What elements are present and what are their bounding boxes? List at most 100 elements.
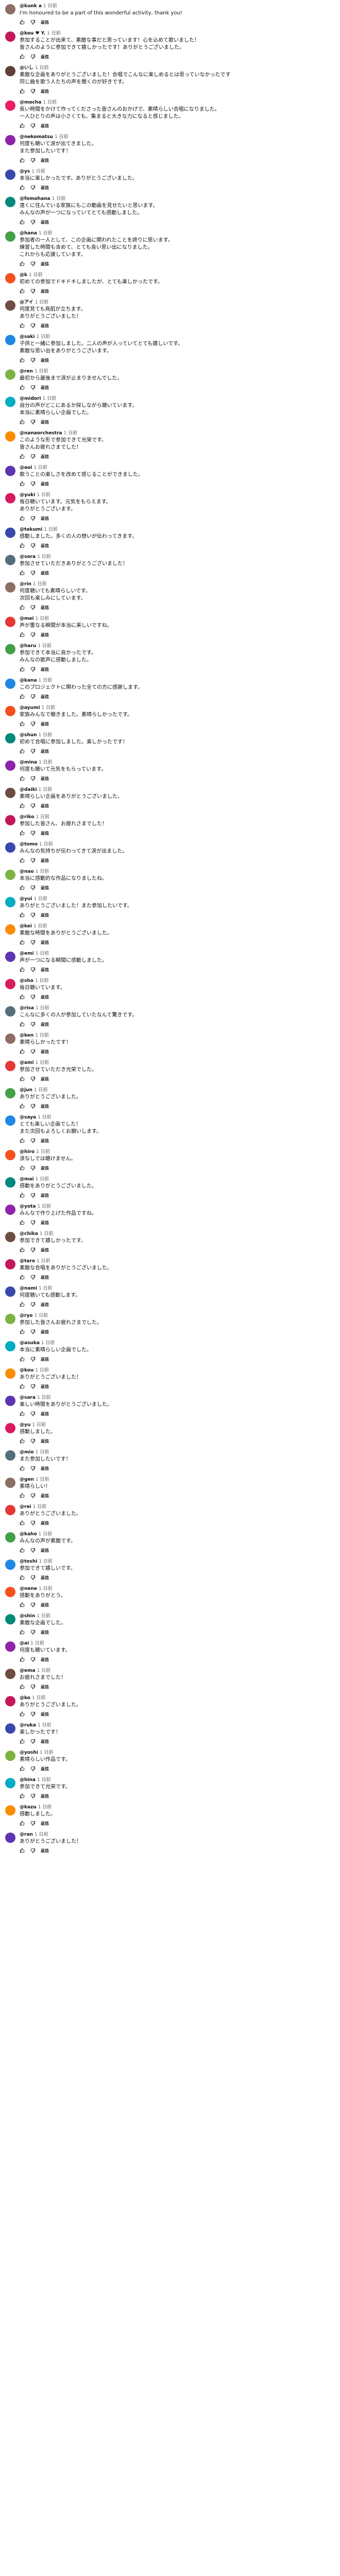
comment-date[interactable]: 1 日前 xyxy=(37,1614,50,1619)
like-button[interactable] xyxy=(20,1848,26,1853)
like-button[interactable] xyxy=(20,858,26,863)
avatar[interactable] xyxy=(5,1286,15,1297)
avatar[interactable] xyxy=(5,924,15,935)
like-button[interactable] xyxy=(20,803,26,808)
comment-date[interactable]: 1 日前 xyxy=(40,1231,54,1236)
reply-button[interactable]: 返信 xyxy=(41,219,49,225)
reply-button[interactable]: 返信 xyxy=(41,1548,49,1553)
dislike-button[interactable] xyxy=(30,667,36,672)
dislike-button[interactable] xyxy=(30,967,36,972)
comment-date[interactable]: 1 日前 xyxy=(41,1341,55,1346)
comment-date[interactable]: 1 日前 xyxy=(37,1777,51,1783)
comment-author[interactable]: @chika xyxy=(20,1231,38,1236)
comment-author[interactable]: @nami xyxy=(20,1286,37,1291)
reply-button[interactable]: 返信 xyxy=(41,667,49,672)
dislike-button[interactable] xyxy=(30,385,36,390)
comment-date[interactable]: 1 日前 xyxy=(37,1395,51,1400)
like-button[interactable] xyxy=(20,1138,26,1143)
reply-button[interactable]: 返信 xyxy=(41,185,49,191)
comment-author[interactable]: @kazu xyxy=(20,1805,37,1810)
reply-button[interactable]: 返信 xyxy=(41,1739,49,1744)
dislike-button[interactable] xyxy=(30,776,36,781)
comment-date[interactable]: 1 日前 xyxy=(36,1477,49,1482)
dislike-button[interactable] xyxy=(30,1104,36,1109)
like-button[interactable] xyxy=(20,1275,26,1280)
reply-button[interactable]: 返信 xyxy=(41,1357,49,1362)
comment-date[interactable]: 1 日前 xyxy=(33,1504,47,1510)
comment-date[interactable]: 1 日前 xyxy=(30,1641,44,1646)
reply-button[interactable]: 返信 xyxy=(41,1493,49,1499)
reply-button[interactable]: 返信 xyxy=(41,289,49,294)
comment-date[interactable]: 1 日前 xyxy=(32,1422,46,1428)
like-button[interactable] xyxy=(20,721,26,726)
dislike-button[interactable] xyxy=(30,1329,36,1334)
reply-button[interactable]: 返信 xyxy=(41,1848,49,1854)
avatar[interactable] xyxy=(5,760,15,771)
comment-author[interactable]: @fomohana xyxy=(20,196,50,201)
like-button[interactable] xyxy=(20,1466,26,1471)
avatar[interactable] xyxy=(5,100,15,111)
like-button[interactable] xyxy=(20,385,26,390)
avatar[interactable] xyxy=(5,4,15,14)
comment-author[interactable]: @saya xyxy=(20,1115,36,1120)
dislike-button[interactable] xyxy=(30,1575,36,1580)
reply-button[interactable]: 返信 xyxy=(41,605,49,611)
comment-author[interactable]: @haru xyxy=(20,643,36,649)
reply-button[interactable]: 返信 xyxy=(41,323,49,329)
like-button[interactable] xyxy=(20,749,26,754)
avatar[interactable] xyxy=(5,466,15,476)
comment-author[interactable]: @mina xyxy=(20,760,37,765)
comment-author[interactable]: @ruka xyxy=(20,1723,36,1728)
avatar[interactable] xyxy=(5,1177,15,1188)
avatar[interactable] xyxy=(5,1723,15,1734)
dislike-button[interactable] xyxy=(30,89,36,94)
comment-date[interactable]: 1 日前 xyxy=(39,678,53,683)
comment-date[interactable]: 1 日前 xyxy=(36,1149,50,1155)
comment-date[interactable]: 1 日前 xyxy=(35,978,49,984)
comment-date[interactable]: 1 日前 xyxy=(37,1668,51,1673)
avatar[interactable] xyxy=(5,733,15,743)
comment-author[interactable]: @hina xyxy=(20,1777,36,1783)
like-button[interactable] xyxy=(20,1411,26,1416)
like-button[interactable] xyxy=(20,123,26,128)
like-button[interactable] xyxy=(20,1049,26,1054)
reply-button[interactable]: 返信 xyxy=(41,1575,49,1581)
reply-button[interactable]: 返信 xyxy=(41,1165,49,1171)
reply-button[interactable]: 返信 xyxy=(41,1821,49,1826)
like-button[interactable] xyxy=(20,776,26,781)
comment-author[interactable]: @yui xyxy=(20,896,32,902)
comment-author[interactable]: @sara xyxy=(20,1395,36,1400)
dislike-button[interactable] xyxy=(30,1493,36,1498)
comment-date[interactable]: 1 日前 xyxy=(37,334,50,340)
dislike-button[interactable] xyxy=(30,1138,36,1143)
comment-date[interactable]: 1 日前 xyxy=(55,134,69,140)
comment-author[interactable]: @nao xyxy=(20,869,34,874)
comment-date[interactable]: 1 日前 xyxy=(40,1750,54,1755)
comment-author[interactable]: @kou xyxy=(20,1368,33,1373)
reply-button[interactable]: 返信 xyxy=(41,358,49,363)
avatar[interactable] xyxy=(5,1061,15,1071)
avatar[interactable] xyxy=(5,369,15,380)
avatar[interactable] xyxy=(5,1205,15,1215)
comment-author[interactable]: @saki xyxy=(20,334,35,340)
comment-author[interactable]: @daiki xyxy=(20,787,37,792)
avatar[interactable] xyxy=(5,1532,15,1543)
avatar[interactable] xyxy=(5,1341,15,1351)
reply-button[interactable]: 返信 xyxy=(41,803,49,809)
reply-button[interactable]: 返信 xyxy=(41,543,49,549)
dislike-button[interactable] xyxy=(30,1684,36,1689)
dislike-button[interactable] xyxy=(30,1602,36,1607)
like-button[interactable] xyxy=(20,570,26,575)
comment-date[interactable]: 1 日前 xyxy=(37,1259,50,1264)
comment-date[interactable]: 1 日前 xyxy=(47,31,61,36)
avatar[interactable] xyxy=(5,1033,15,1044)
avatar[interactable] xyxy=(5,1560,15,1570)
avatar[interactable] xyxy=(5,197,15,207)
reply-button[interactable]: 返信 xyxy=(41,912,49,918)
comment-date[interactable]: 1 日前 xyxy=(43,4,57,9)
comment-author[interactable]: @taro xyxy=(20,1259,35,1264)
like-button[interactable] xyxy=(20,1076,26,1081)
comment-date[interactable]: 1 日前 xyxy=(39,787,53,792)
like-button[interactable] xyxy=(20,1657,26,1662)
comment-date[interactable]: 1 日前 xyxy=(36,869,49,874)
